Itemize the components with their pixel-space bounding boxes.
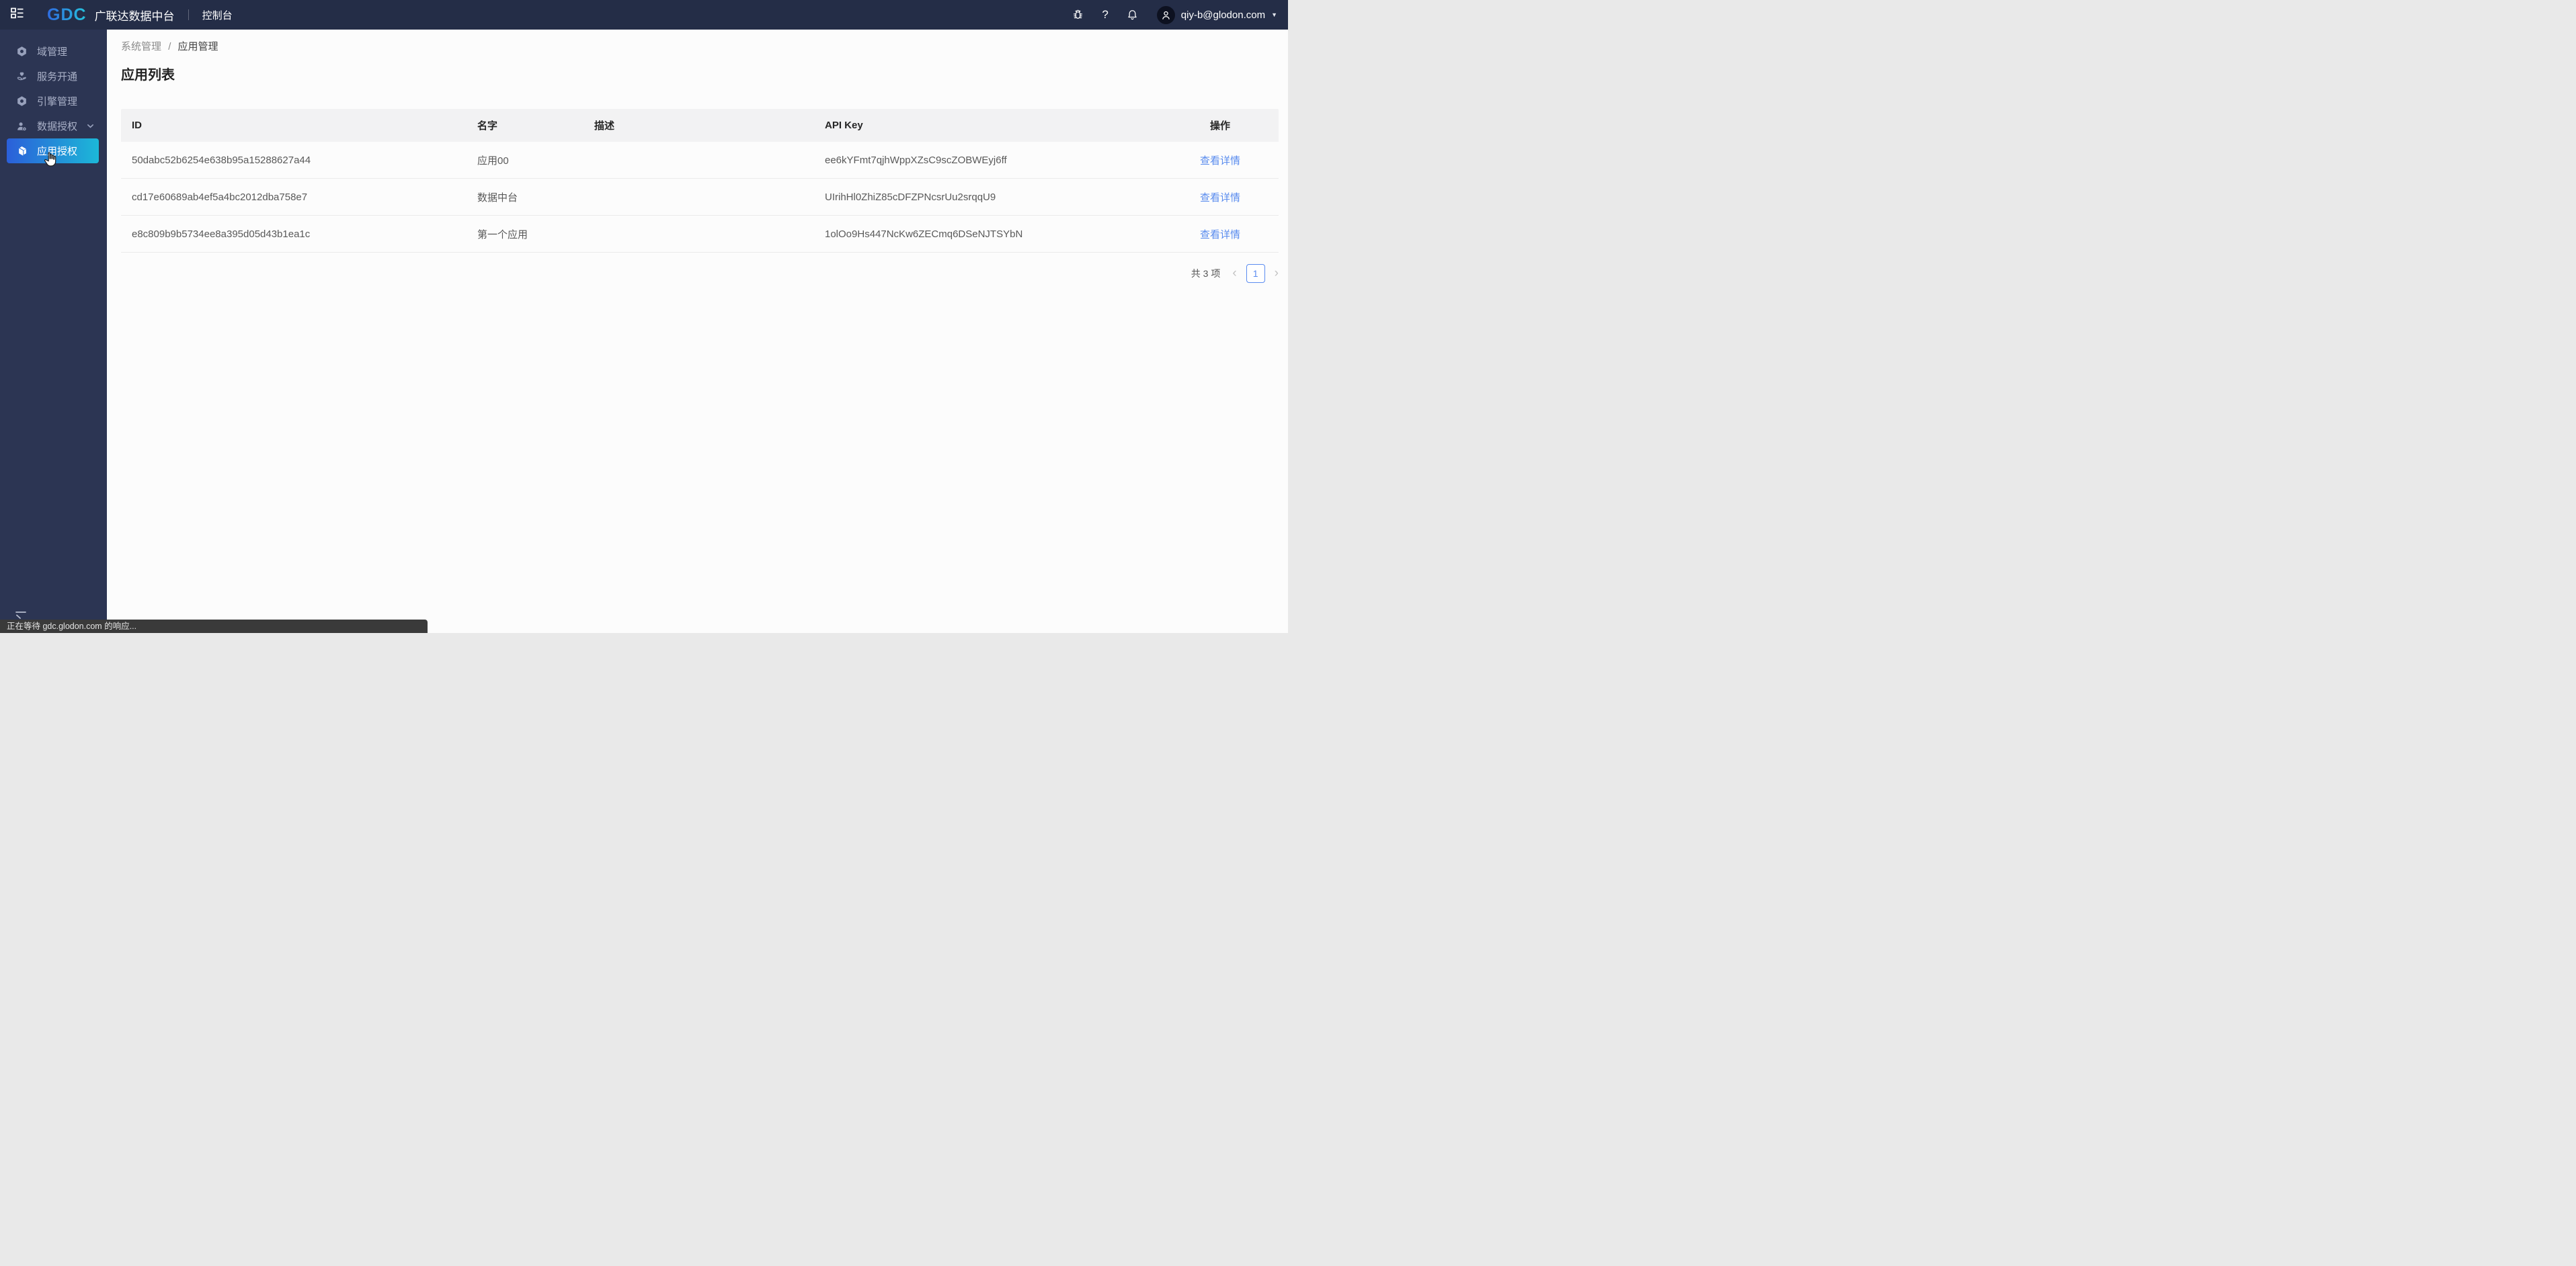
cell-api-key: 1olOo9Hs447NcKw6ZECmq6DSeNJTSYbN xyxy=(825,215,1162,253)
bug-icon[interactable] xyxy=(1071,8,1084,22)
hexagon-nut-icon xyxy=(16,95,28,107)
cell-app-id: cd17e60689ab4ef5a4bc2012dba758e7 xyxy=(121,178,477,216)
column-header-id: ID xyxy=(121,109,477,142)
column-header-actions: 操作 xyxy=(1162,109,1279,142)
console-nav-link[interactable]: 控制台 xyxy=(202,8,233,22)
page-number-button[interactable]: 1 xyxy=(1246,264,1265,283)
table-row: e8c809b9b5734ee8a395d05d43b1ea1c 第一个应用 1… xyxy=(121,215,1279,253)
view-details-link[interactable]: 查看详情 xyxy=(1200,229,1240,241)
cell-app-id: e8c809b9b5734ee8a395d05d43b1ea1c xyxy=(121,215,477,253)
breadcrumb-current: 应用管理 xyxy=(177,41,218,52)
prev-page-icon[interactable]: ‹ xyxy=(1232,265,1236,282)
brand-title: 广联达数据中台 xyxy=(94,9,175,23)
sidebar: 域管理 服务开通 引擎管理 数据授权 应用授权 xyxy=(0,30,107,633)
column-header-apikey: API Key xyxy=(825,109,1162,142)
cube-icon xyxy=(16,145,28,157)
brand[interactable]: GDC 广联达数据中台 xyxy=(47,5,175,25)
main-content: 系统管理 / 应用管理 应用列表 ID 名字 描述 API Key 操作 50d… xyxy=(107,30,1288,633)
hexagon-nut-icon xyxy=(16,46,28,57)
next-page-icon[interactable]: › xyxy=(1275,265,1279,282)
sidebar-item-engine-mgmt[interactable]: 引擎管理 xyxy=(0,89,107,114)
cell-api-key: UIrihHl0ZhiZ85cDFZPNcsrUu2srqqU9 xyxy=(825,178,1162,216)
user-gear-icon xyxy=(16,120,28,132)
user-menu[interactable]: qiy-b@glodon.com ▼ xyxy=(1156,5,1277,24)
table-body: 50dabc52b6254e638b95a15288627a44 应用00 ee… xyxy=(121,142,1279,253)
browser-status-bar: 正在等待 gdc.glodon.com 的响应... xyxy=(0,620,428,633)
help-icon[interactable]: ? xyxy=(1102,8,1108,22)
cell-app-name: 第一个应用 xyxy=(477,215,594,253)
table-header: ID 名字 描述 API Key 操作 xyxy=(121,109,1279,142)
avatar xyxy=(1156,5,1175,24)
cell-api-key: ee6kYFmt7qjhWppXZsC9scZOBWEyj6ff xyxy=(825,142,1162,179)
cell-app-description xyxy=(594,215,825,253)
heart-hand-icon xyxy=(16,71,28,82)
page-title: 应用列表 xyxy=(121,68,175,83)
pagination: 共 3 项 ‹ 1 › xyxy=(121,264,1279,283)
sidebar-item-data-auth[interactable]: 数据授权 xyxy=(0,114,107,138)
cell-app-id: 50dabc52b6254e638b95a15288627a44 xyxy=(121,142,477,179)
breadcrumb-parent[interactable]: 系统管理 xyxy=(121,41,161,52)
cell-app-name: 应用00 xyxy=(477,142,594,179)
topbar-right: ? qiy-b@glodon.com ▼ xyxy=(1071,5,1288,24)
bell-icon[interactable] xyxy=(1126,8,1139,22)
user-email: qiy-b@glodon.com xyxy=(1180,9,1266,21)
sidebar-item-label: 服务开通 xyxy=(37,71,78,83)
view-details-link[interactable]: 查看详情 xyxy=(1200,155,1240,167)
gdc-logo: GDC xyxy=(47,5,87,24)
topbar-divider xyxy=(188,9,189,20)
profile-list-icon xyxy=(10,7,24,23)
view-details-link[interactable]: 查看详情 xyxy=(1200,192,1240,204)
sidebar-menu: 域管理 服务开通 引擎管理 数据授权 应用授权 xyxy=(0,30,107,163)
pagination-total: 共 3 项 xyxy=(1191,268,1221,279)
breadcrumb: 系统管理 / 应用管理 xyxy=(121,40,1279,54)
sidebar-item-service-activation[interactable]: 服务开通 xyxy=(0,64,107,89)
sidebar-item-label: 引擎管理 xyxy=(37,96,78,108)
cursor-hand-icon xyxy=(43,151,58,171)
cell-app-description xyxy=(594,178,825,216)
app-table: ID 名字 描述 API Key 操作 50dabc52b6254e638b95… xyxy=(121,109,1279,253)
topbar: GDC 广联达数据中台 控制台 ? qiy-b@glodon.com ▼ xyxy=(0,0,1288,30)
sidebar-toggle-button[interactable] xyxy=(0,0,34,30)
sidebar-item-label: 域管理 xyxy=(37,46,68,58)
cell-app-name: 数据中台 xyxy=(477,178,594,216)
sidebar-item-label: 数据授权 xyxy=(37,121,78,132)
column-header-desc: 描述 xyxy=(594,109,825,142)
breadcrumb-separator: / xyxy=(168,41,171,52)
table-row: 50dabc52b6254e638b95a15288627a44 应用00 ee… xyxy=(121,142,1279,179)
caret-down-icon: ▼ xyxy=(1271,11,1277,18)
sidebar-item-domain-mgmt[interactable]: 域管理 xyxy=(0,39,107,64)
app-window: GDC 广联达数据中台 控制台 ? qiy-b@glodon.com ▼ 域管理… xyxy=(0,0,1288,633)
column-header-name: 名字 xyxy=(477,109,594,142)
chevron-down-icon xyxy=(87,122,94,130)
cell-app-description xyxy=(594,142,825,179)
table-row: cd17e60689ab4ef5a4bc2012dba758e7 数据中台 UI… xyxy=(121,178,1279,216)
